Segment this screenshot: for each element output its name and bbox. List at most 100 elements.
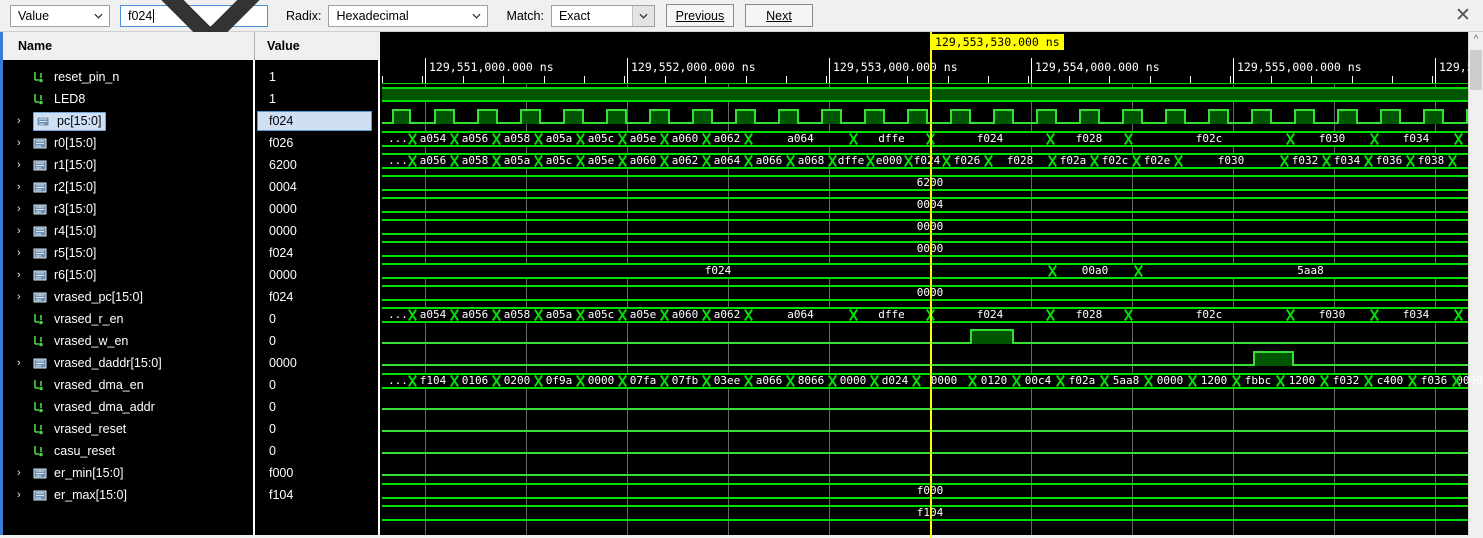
bus-value-label: a05e bbox=[629, 132, 657, 145]
expand-chevron-icon[interactable]: › bbox=[17, 291, 31, 303]
scrollbar-thumb[interactable] bbox=[1470, 50, 1482, 90]
signal-name-label: vrased_daddr[15:0] bbox=[54, 356, 162, 370]
expand-chevron-icon[interactable]: › bbox=[17, 115, 31, 127]
expand-chevron-icon[interactable]: › bbox=[17, 225, 31, 237]
bus-value-label: c400 bbox=[1376, 374, 1404, 387]
signal-value-row-casu_reset[interactable]: 0 bbox=[257, 440, 378, 462]
signal-row-r2[interactable]: › r2[15:0] bbox=[3, 176, 253, 198]
signal-value-row-r4[interactable]: 0000 bbox=[257, 220, 378, 242]
scroll-up-icon[interactable]: ^ bbox=[1469, 32, 1483, 48]
expand-chevron-icon[interactable]: › bbox=[17, 203, 31, 215]
bus-transition-marker bbox=[1055, 373, 1065, 389]
close-icon[interactable]: ✕ bbox=[1453, 5, 1473, 26]
signal-value-row-r3[interactable]: 0000 bbox=[257, 198, 378, 220]
signal-value-row-vrased_dma_addr[interactable]: 0 bbox=[257, 396, 378, 418]
signal-row-vrased_w_en[interactable]: vrased_w_en bbox=[3, 330, 253, 352]
signal-value-row-vrased_r_en[interactable]: 0 bbox=[257, 308, 378, 330]
signal-value-row-er_min[interactable]: f000 bbox=[257, 462, 378, 484]
bus-segment: 1200 bbox=[1192, 373, 1236, 389]
next-button[interactable]: Next bbox=[744, 4, 813, 27]
bus-segment: a058 bbox=[496, 307, 538, 323]
signal-row-er_max[interactable]: › er_max[15:0] bbox=[3, 484, 253, 506]
signal-value-row-r2[interactable]: 0004 bbox=[257, 176, 378, 198]
signal-name-cell: vrased_dma_addr bbox=[33, 400, 155, 414]
expand-chevron-icon[interactable]: › bbox=[17, 181, 31, 193]
signal-value-row-r1[interactable]: 6200 bbox=[257, 154, 378, 176]
previous-button[interactable]: Previous bbox=[665, 4, 734, 27]
signal-name-cell: LED8 bbox=[33, 92, 85, 106]
search-toolbar: Value f024 Radix: Hexadecimal Match: Exa… bbox=[0, 0, 1483, 50]
signal-value-row-vrased_reset[interactable]: 0 bbox=[257, 418, 378, 440]
signal-row-vrased_dma_en[interactable]: vrased_dma_en bbox=[3, 374, 253, 396]
signal-row-vrased_r_en[interactable]: vrased_r_en bbox=[3, 308, 253, 330]
bus-transition-marker bbox=[449, 131, 459, 147]
signal-row-vrased_daddr[interactable]: › vrased_daddr[15:0] bbox=[3, 352, 253, 374]
signal-row-pc[interactable]: › pc[15:0] bbox=[3, 110, 253, 132]
signal-row-LED8[interactable]: LED8 bbox=[3, 88, 253, 110]
signal-row-r1[interactable]: › r1[15:0] bbox=[3, 154, 253, 176]
signal-row-r4[interactable]: › r4[15:0] bbox=[3, 220, 253, 242]
time-cursor[interactable] bbox=[930, 32, 932, 538]
bus-value-label: a05a bbox=[545, 308, 573, 321]
signal-value-row-r0[interactable]: f026 bbox=[257, 132, 378, 154]
signal-row-er_min[interactable]: › er_min[15:0] bbox=[3, 462, 253, 484]
bus-value-label: f032 bbox=[1291, 154, 1319, 167]
signal-row-r5[interactable]: › r5[15:0] bbox=[3, 242, 253, 264]
bus-signal-icon bbox=[33, 203, 48, 216]
signal-value-row-er_max[interactable]: f104 bbox=[257, 484, 378, 506]
bus-transition-marker bbox=[575, 131, 585, 147]
expand-chevron-icon[interactable]: › bbox=[17, 357, 31, 369]
waveform-pane[interactable]: 129,551,000.000 ns 129,552,000.000 ns 129,… bbox=[382, 32, 1483, 538]
previous-button-label: Previous bbox=[675, 8, 725, 23]
expand-chevron-icon[interactable]: › bbox=[17, 247, 31, 259]
bus-signal-icon bbox=[33, 291, 48, 304]
signal-value-row-pc[interactable]: f024 bbox=[257, 110, 378, 132]
bus-value-label: f034 bbox=[1402, 132, 1430, 145]
wave-pulse bbox=[1251, 109, 1272, 124]
signal-row-r0[interactable]: › r0[15:0] bbox=[3, 132, 253, 154]
signal-row-vrased_dma_addr[interactable]: vrased_dma_addr bbox=[3, 396, 253, 418]
wave-level-low bbox=[382, 408, 1483, 410]
signal-row-reset_pin_n[interactable]: reset_pin_n bbox=[3, 66, 253, 88]
expand-chevron-icon[interactable]: › bbox=[17, 269, 31, 281]
signal-value-row-vrased_pc[interactable]: f024 bbox=[257, 286, 378, 308]
expand-chevron-icon[interactable]: › bbox=[17, 489, 31, 501]
search-mode-select[interactable]: Value bbox=[10, 4, 110, 27]
signal-value-row-LED8[interactable]: 1 bbox=[257, 88, 378, 110]
bus-segment: 0106 bbox=[454, 373, 496, 389]
signal-row-vrased_reset[interactable]: vrased_reset bbox=[3, 418, 253, 440]
bus-transition-marker bbox=[743, 307, 753, 323]
bus-transition-marker bbox=[701, 373, 711, 389]
signal-value-row-vrased_w_en[interactable]: 0 bbox=[257, 330, 378, 352]
signal-row-r6[interactable]: › r6[15:0] bbox=[3, 264, 253, 286]
signal-row-casu_reset[interactable]: casu_reset bbox=[3, 440, 253, 462]
column-header-name[interactable]: Name bbox=[3, 32, 255, 60]
bus-segment: a05e bbox=[622, 307, 664, 323]
ruler-tick-label: 129,554,000.000 ns bbox=[1035, 60, 1160, 74]
vertical-scrollbar[interactable]: ^ bbox=[1468, 32, 1483, 538]
signal-value-row-r5[interactable]: f024 bbox=[257, 242, 378, 264]
match-select[interactable]: Exact bbox=[550, 4, 655, 27]
signal-row-vrased_pc[interactable]: › vrased_pc[15:0] bbox=[3, 286, 253, 308]
signal-value-row-r6[interactable]: 0000 bbox=[257, 264, 378, 286]
bus-segment: f02c bbox=[1128, 131, 1290, 147]
signal-value-label: 0 bbox=[269, 400, 276, 414]
expand-chevron-icon[interactable]: › bbox=[17, 159, 31, 171]
bus-value-label: 0000 bbox=[839, 374, 867, 387]
bus-transition-marker bbox=[1321, 153, 1331, 169]
search-input[interactable]: f024 bbox=[120, 0, 268, 50]
column-header-value[interactable]: Value bbox=[255, 32, 380, 60]
signal-name-label: vrased_w_en bbox=[54, 334, 129, 348]
signal-value-row-reset_pin_n[interactable]: 1 bbox=[257, 66, 378, 88]
bus-value-label: 07fb bbox=[671, 374, 699, 387]
signal-row-r3[interactable]: › r3[15:0] bbox=[3, 198, 253, 220]
signal-value-row-vrased_daddr[interactable]: 0000 bbox=[257, 352, 378, 374]
signal-name-label: vrased_dma_addr bbox=[54, 400, 155, 414]
bus-transition-marker bbox=[575, 153, 585, 169]
expand-chevron-icon[interactable]: › bbox=[17, 137, 31, 149]
signal-value-row-vrased_dma_en[interactable]: 0 bbox=[257, 374, 378, 396]
expand-chevron-icon[interactable]: › bbox=[17, 467, 31, 479]
signal-value-label: 0 bbox=[269, 444, 276, 458]
radix-select[interactable]: Hexadecimal bbox=[328, 4, 489, 27]
